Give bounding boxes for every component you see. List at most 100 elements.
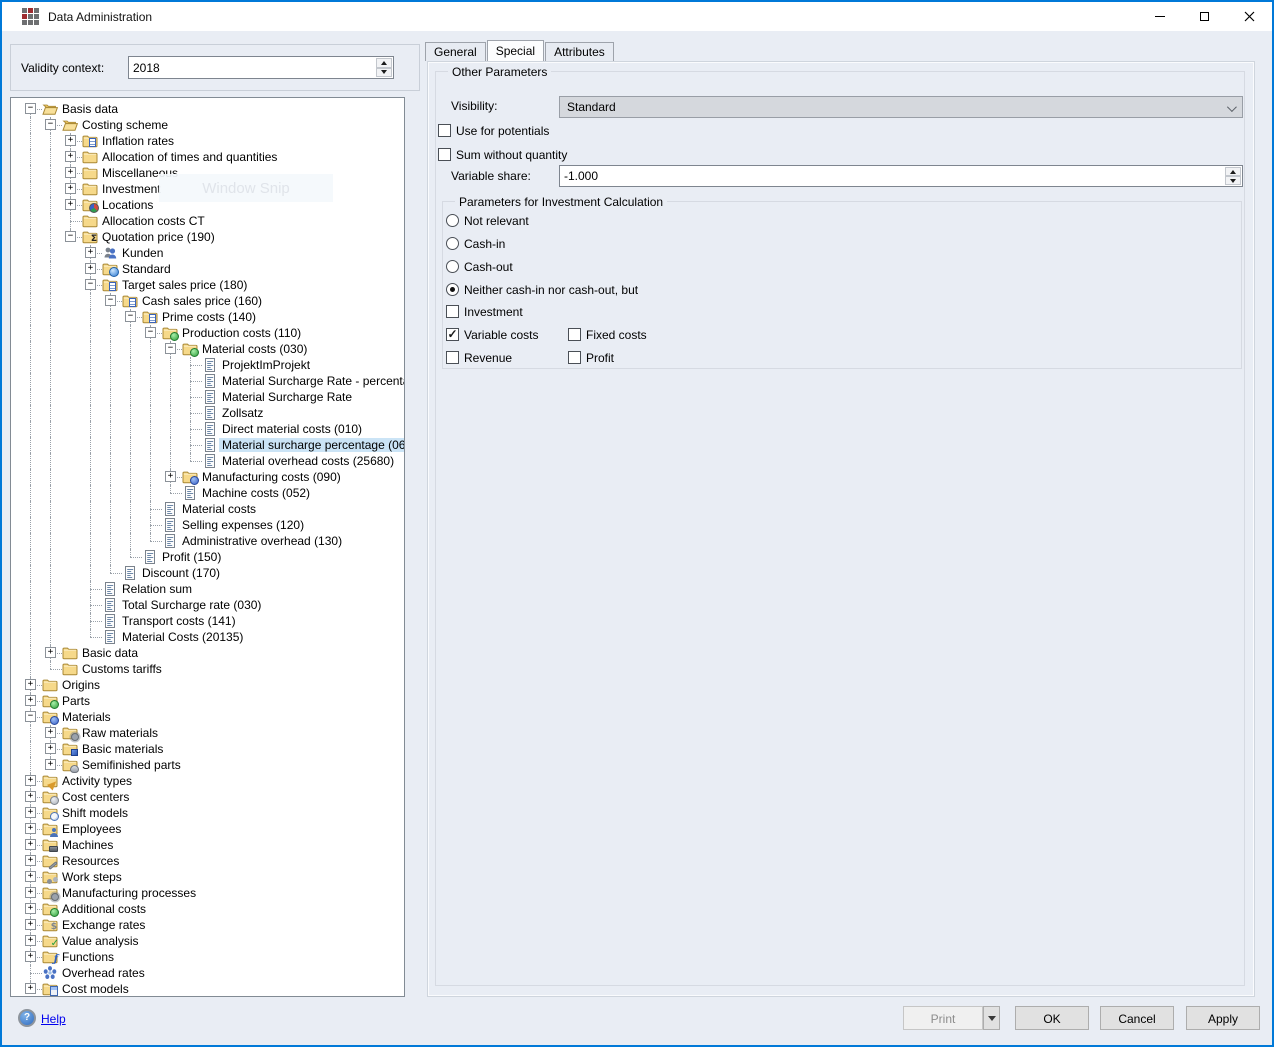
tree-collapse-icon[interactable]: − <box>25 103 36 114</box>
checkbox-sum-without-quantity[interactable]: Sum without quantity <box>438 147 567 162</box>
radio-cash-out[interactable]: Cash-out <box>446 259 513 274</box>
tree-item-label[interactable]: Discount (170) <box>139 566 223 580</box>
tree-item[interactable]: +Standard <box>11 261 404 277</box>
tree-item-label[interactable]: Basic materials <box>79 742 166 756</box>
checkbox-revenue[interactable]: Revenue <box>446 350 512 365</box>
checkbox-profit[interactable]: Profit <box>568 350 614 365</box>
tree-expand-icon[interactable]: + <box>25 807 36 818</box>
tree-item-label[interactable]: Basic data <box>79 646 141 660</box>
tree-item[interactable]: Profit (150) <box>11 549 404 565</box>
tree-item[interactable]: +Machines <box>11 837 404 853</box>
tree-item-label[interactable]: Material Surcharge Rate <box>219 390 355 404</box>
tree-item-label[interactable]: Parts <box>59 694 93 708</box>
tree-item-label[interactable]: Production costs (110) <box>179 326 304 340</box>
tree-item[interactable]: −Target sales price (180) <box>11 277 404 293</box>
tree-expand-icon[interactable]: + <box>25 823 36 834</box>
tree-item[interactable]: Zollsatz <box>11 405 404 421</box>
tree-item[interactable]: −Prime costs (140) <box>11 309 404 325</box>
tree-expand-icon[interactable]: + <box>45 759 56 770</box>
tree-item[interactable]: ProjektImProjekt <box>11 357 404 373</box>
tree-item[interactable]: +Cost centers <box>11 789 404 805</box>
tree-expand-icon[interactable]: + <box>25 695 36 706</box>
checkbox-variable-costs[interactable]: Variable costs <box>446 327 538 342</box>
tree-expand-icon[interactable]: + <box>85 247 96 258</box>
tree-item-label[interactable]: Functions <box>59 950 117 964</box>
radio-cash-in[interactable]: Cash-in <box>446 236 505 251</box>
tree-item-label[interactable]: Allocation of times and quantities <box>99 150 280 164</box>
tree-item[interactable]: −Material costs (030) <box>11 341 404 357</box>
tree-item[interactable]: +Additional costs <box>11 901 404 917</box>
spin-up-button[interactable] <box>1225 167 1241 176</box>
tree-expand-icon[interactable]: + <box>65 183 76 194</box>
tree-item[interactable]: +ƒFunctions <box>11 949 404 965</box>
tree-item[interactable]: Material Costs (20135) <box>11 629 404 645</box>
tree-collapse-icon[interactable]: − <box>45 119 56 130</box>
tree-item-label[interactable]: Employees <box>59 822 124 836</box>
tree-item-label[interactable]: ProjektImProjekt <box>219 358 313 372</box>
tree-item[interactable]: +Manufacturing processes <box>11 885 404 901</box>
tree-item-label[interactable]: Inflation rates <box>99 134 177 148</box>
tree-item[interactable]: Allocation costs CT <box>11 213 404 229</box>
tree-expand-icon[interactable]: + <box>25 935 36 946</box>
tree-item[interactable]: Machine costs (052) <box>11 485 404 501</box>
tree-item[interactable]: + Parts <box>11 693 404 709</box>
tree-item-label[interactable]: Raw materials <box>79 726 161 740</box>
tree-expand-icon[interactable]: + <box>65 167 76 178</box>
tree-item-label[interactable]: Material overhead costs (25680) <box>219 454 397 468</box>
tree-collapse-icon[interactable]: − <box>145 327 156 338</box>
tree-item-label[interactable]: Value analysis <box>59 934 142 948</box>
tree-item[interactable]: + Inflation rates <box>11 133 404 149</box>
tree-item-label[interactable]: Machine costs (052) <box>199 486 313 500</box>
tree-item-label[interactable]: Kunden <box>119 246 166 260</box>
tree-item[interactable]: Discount (170) <box>11 565 404 581</box>
tree-item[interactable]: +Basic data <box>11 645 404 661</box>
tree-collapse-icon[interactable]: − <box>65 231 76 242</box>
tree-item-label[interactable]: Manufacturing processes <box>59 886 199 900</box>
tree-item-label[interactable]: Customs tariffs <box>79 662 165 676</box>
tree-item[interactable]: Direct material costs (010) <box>11 421 404 437</box>
tree-item-label[interactable]: Material costs (030) <box>199 342 310 356</box>
tree-item[interactable]: +Manufacturing costs (090) <box>11 469 404 485</box>
tree-item-label[interactable]: Cost models <box>59 982 132 996</box>
tree-item[interactable]: −Cash sales price (160) <box>11 293 404 309</box>
tree-item-label[interactable]: Shift models <box>59 806 131 820</box>
tree-expand-icon[interactable]: + <box>25 855 36 866</box>
checkbox-box[interactable] <box>446 351 459 364</box>
tree-expand-icon[interactable]: + <box>25 775 36 786</box>
tree-expand-icon[interactable]: + <box>25 871 36 882</box>
apply-button[interactable]: Apply <box>1186 1006 1260 1030</box>
tree-item[interactable]: +Investment <box>11 181 404 197</box>
tree-item[interactable]: + Employees <box>11 821 404 837</box>
tree-item-label[interactable]: Activity types <box>59 774 135 788</box>
tree-item-label[interactable]: Materials <box>59 710 114 724</box>
tree-item[interactable]: − Basis data <box>11 101 404 117</box>
tree-item[interactable]: Transport costs (141) <box>11 613 404 629</box>
data-tree[interactable]: −Basis data−Costing scheme+Inflation rat… <box>10 97 405 997</box>
tree-item-label[interactable]: Relation sum <box>119 582 195 596</box>
variable-share-spinner[interactable] <box>559 165 1243 187</box>
tree-item-label[interactable]: Target sales price (180) <box>119 278 250 292</box>
tree-expand-icon[interactable]: + <box>25 679 36 690</box>
tree-item[interactable]: +Basic materials <box>11 741 404 757</box>
tree-item-label[interactable]: Selling expenses (120) <box>179 518 307 532</box>
checkbox-investment[interactable]: Investment <box>446 304 523 319</box>
checkbox-box[interactable] <box>446 305 459 318</box>
tree-expand-icon[interactable]: + <box>25 839 36 850</box>
tree-expand-icon[interactable]: + <box>65 135 76 146</box>
tree-item[interactable]: − Production costs (110) <box>11 325 404 341</box>
tree-item[interactable]: +Raw materials <box>11 725 404 741</box>
tree-item-label[interactable]: Allocation costs CT <box>99 214 208 228</box>
tree-expand-icon[interactable]: + <box>25 903 36 914</box>
tree-item-label[interactable]: Profit (150) <box>159 550 224 564</box>
tab-special[interactable]: Special <box>487 40 544 61</box>
tree-item[interactable]: Relation sum <box>11 581 404 597</box>
tree-expand-icon[interactable]: + <box>25 951 36 962</box>
tree-collapse-icon[interactable]: − <box>105 295 116 306</box>
tree-item[interactable]: Material Surcharge Rate - percentage <box>11 373 404 389</box>
tree-item[interactable]: +Origins <box>11 677 404 693</box>
tree-item[interactable]: Material surcharge percentage (065) <box>11 437 404 453</box>
tree-item-label[interactable]: Basis data <box>59 102 121 116</box>
tree-item[interactable]: +$Exchange rates <box>11 917 404 933</box>
tree-expand-icon[interactable]: + <box>65 151 76 162</box>
tree-item[interactable]: −Materials <box>11 709 404 725</box>
